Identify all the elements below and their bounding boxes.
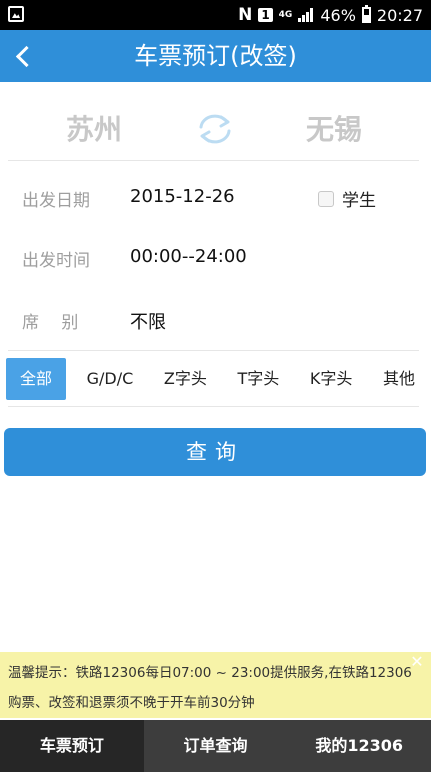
divider — [8, 406, 419, 407]
network-type: 4G — [278, 9, 293, 20]
seat-value[interactable]: 不限 — [130, 308, 166, 334]
filter-all[interactable]: 全部 — [6, 358, 67, 400]
query-button[interactable]: 查询 — [4, 428, 426, 476]
gallery-notification-icon — [8, 6, 24, 22]
time-value[interactable]: 00:00--24:00 — [130, 246, 247, 267]
time-label: 出发时间 — [22, 251, 90, 271]
service-tip-banner: 温馨提示：铁路12306每日07:00 ~ 23:00提供服务,在铁路12306… — [0, 652, 431, 718]
train-type-filter: 全部 G/D/C Z字头 T字头 K字头 其他 — [6, 358, 425, 400]
student-checkbox[interactable] — [318, 190, 334, 207]
nfc-icon: N — [238, 5, 253, 25]
filter-t[interactable]: T字头 — [227, 358, 289, 400]
arrival-station[interactable]: 无锡 — [306, 108, 362, 148]
departure-station[interactable]: 苏州 — [66, 108, 122, 148]
divider — [8, 160, 419, 161]
app-header: 车票预订(改签) — [0, 30, 431, 82]
battery-icon — [361, 5, 371, 23]
date-value[interactable]: 2015-12-26 — [130, 186, 235, 207]
departure-time-row[interactable]: 出发时间 00:00--24:00 — [0, 238, 431, 278]
station-selector: 苏州 无锡 — [0, 100, 431, 160]
status-icons: N 1 4G 46% 20:27 — [238, 0, 423, 30]
sim-icon: 1 — [258, 8, 273, 22]
filter-other[interactable]: 其他 — [373, 358, 425, 400]
filter-k[interactable]: K字头 — [300, 358, 363, 400]
page-title: 车票预订(改签) — [134, 42, 297, 70]
date-label: 出发日期 — [22, 191, 90, 211]
student-label: 学生 — [342, 191, 376, 211]
bottom-tab-bar: 车票预订 订单查询 我的12306 — [0, 720, 431, 772]
tab-ticket-booking[interactable]: 车票预订 — [0, 720, 144, 772]
departure-date-row[interactable]: 出发日期 2015-12-26 学生 — [0, 178, 431, 218]
divider — [8, 350, 419, 351]
tip-line-1: 温馨提示：铁路12306每日07:00 ~ 23:00提供服务,在铁路12306 — [8, 665, 412, 681]
filter-z[interactable]: Z字头 — [154, 358, 217, 400]
clock: 20:27 — [376, 5, 423, 25]
close-icon[interactable]: ✕ — [409, 654, 425, 670]
swap-stations-icon[interactable] — [196, 112, 234, 146]
battery-percent: 46% — [320, 5, 356, 25]
seat-class-row[interactable]: 席 别 不限 — [0, 300, 431, 340]
seat-label: 席 别 — [22, 313, 79, 333]
signal-icon — [298, 8, 314, 22]
filter-gdc[interactable]: G/D/C — [77, 358, 144, 400]
tab-order-query[interactable]: 订单查询 — [143, 720, 288, 772]
student-option[interactable]: 学生 — [318, 186, 376, 211]
tab-my-12306[interactable]: 我的12306 — [287, 720, 431, 772]
status-bar: N 1 4G 46% 20:27 — [0, 0, 431, 30]
tip-line-2: 购票、改签和退票须不晚于开车前30分钟 — [8, 695, 255, 711]
